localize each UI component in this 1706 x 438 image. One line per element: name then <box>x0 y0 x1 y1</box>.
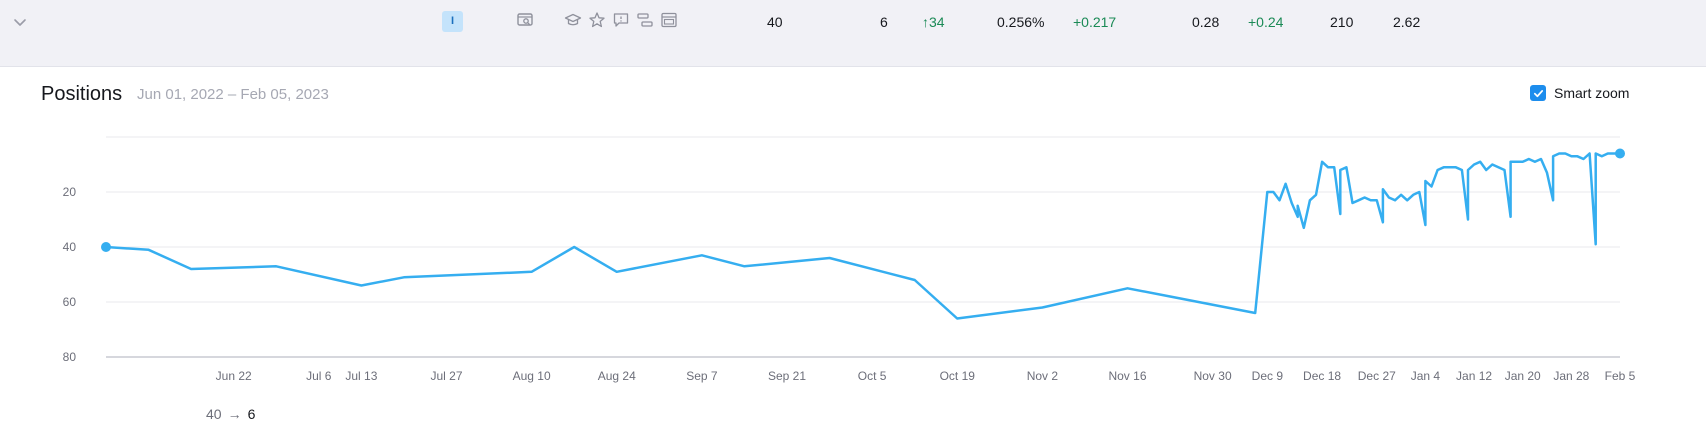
x-tick-label: Aug 10 <box>513 369 551 383</box>
x-tick-label: Dec 27 <box>1358 369 1396 383</box>
x-tick-label: Oct 5 <box>858 369 887 383</box>
x-tick-label: Jul 27 <box>430 369 462 383</box>
x-tick-label: Nov 16 <box>1108 369 1146 383</box>
x-tick-label: Nov 30 <box>1194 369 1232 383</box>
y-tick-label: 40 <box>63 240 77 254</box>
x-tick-label: Jun 22 <box>216 369 252 383</box>
x-tick-label: Jan 28 <box>1553 369 1589 383</box>
summary-to: 6 <box>247 406 256 422</box>
x-tick-label: Nov 2 <box>1027 369 1059 383</box>
x-tick-label: Aug 24 <box>598 369 636 383</box>
y-tick-label: 20 <box>63 185 77 199</box>
arrow-right-icon: → <box>227 406 242 422</box>
x-tick-label: Feb 5 <box>1605 369 1636 383</box>
x-tick-label: Sep 7 <box>686 369 718 383</box>
x-tick-label: Jul 6 <box>306 369 332 383</box>
summary-from: 40 <box>206 406 222 422</box>
x-tick-label: Jul 13 <box>345 369 377 383</box>
positions-line[interactable] <box>105 152 1620 320</box>
x-tick-label: Oct 19 <box>940 369 976 383</box>
x-tick-label: Jan 12 <box>1456 369 1492 383</box>
x-tick-label: Jan 4 <box>1411 369 1441 383</box>
x-tick-label: Dec 9 <box>1252 369 1284 383</box>
x-tick-label: Jan 20 <box>1505 369 1541 383</box>
start-point[interactable] <box>101 242 111 252</box>
position-summary: 40 → 6 <box>206 405 255 423</box>
y-tick-label: 60 <box>63 295 77 309</box>
end-point[interactable] <box>1615 148 1625 159</box>
y-tick-label: 80 <box>63 350 77 364</box>
x-tick-label: Dec 18 <box>1303 369 1341 383</box>
positions-chart[interactable]: 20 40 60 80 Jun 22 Jul 6 Jul 13 Jul 27 Aug 10 Aug… <box>0 0 1706 438</box>
x-tick-label: Sep 21 <box>768 369 806 383</box>
